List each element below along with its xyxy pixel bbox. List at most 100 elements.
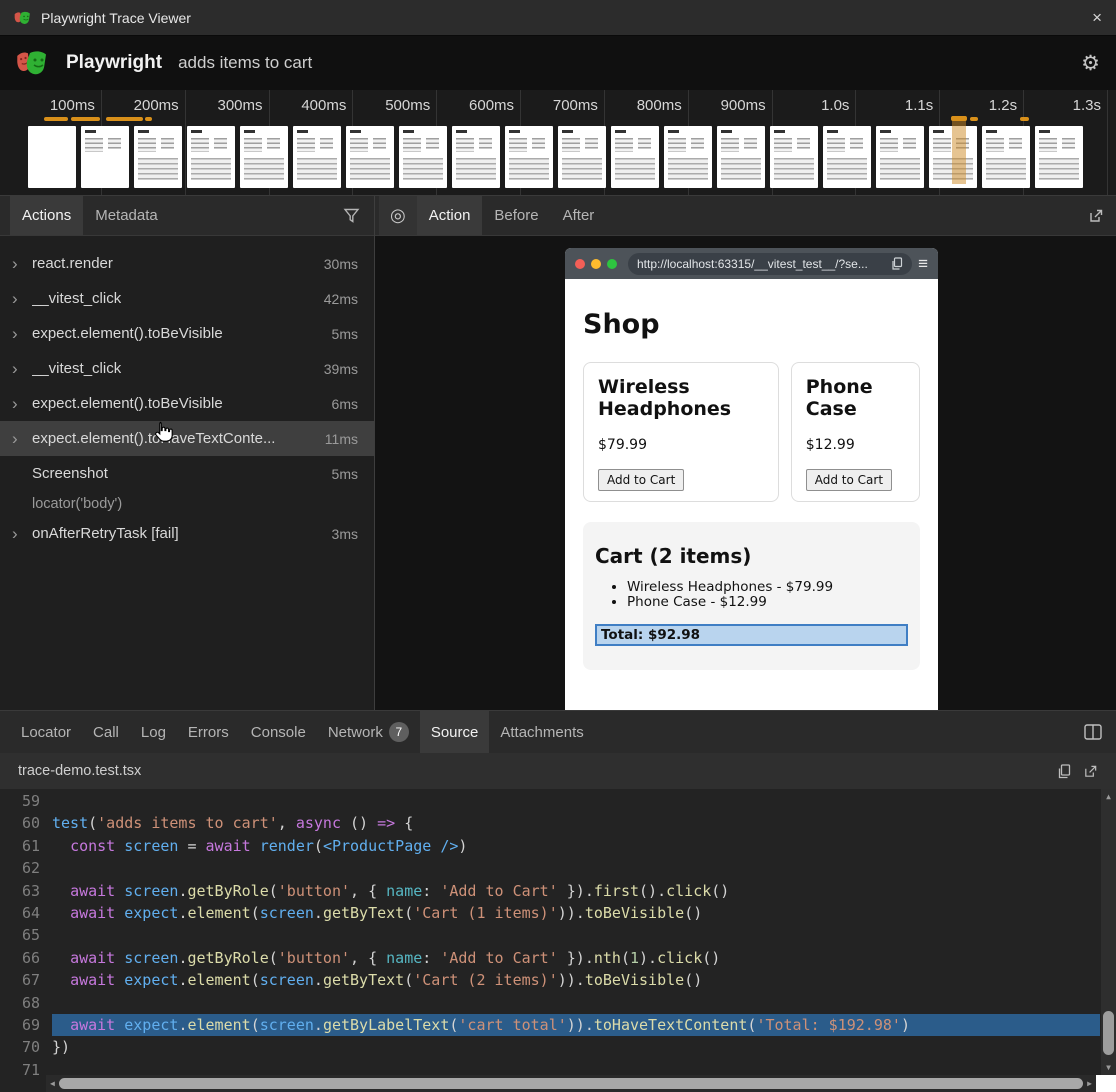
filmstrip-thumbnail[interactable] <box>611 126 659 188</box>
copy-source-icon[interactable] <box>1057 764 1071 779</box>
tab-label: Actions <box>22 207 71 224</box>
code-line[interactable]: 63 await screen.getByRole('button', { na… <box>0 880 1100 902</box>
horizontal-scrollbar-thumb[interactable] <box>59 1078 1083 1089</box>
expand-chevron-icon[interactable]: › <box>12 290 32 307</box>
scroll-down-arrow-icon[interactable]: ▼ <box>1101 1063 1116 1072</box>
add-to-cart-button[interactable]: Add to Cart <box>806 469 892 491</box>
filmstrip-thumbnail[interactable] <box>823 126 871 188</box>
add-to-cart-button[interactable]: Add to Cart <box>598 469 684 491</box>
tab-errors[interactable]: Errors <box>177 711 240 753</box>
filmstrip-thumbnail[interactable] <box>505 126 553 188</box>
code-token: const <box>70 837 115 855</box>
filmstrip-thumbnail[interactable] <box>399 126 447 188</box>
close-window-button[interactable]: × <box>1092 9 1102 26</box>
action-item[interactable]: ›expect.element().toBeVisible5ms <box>0 316 374 351</box>
tab-action[interactable]: Action <box>417 196 483 235</box>
split-view-icon[interactable] <box>1084 711 1102 753</box>
copy-url-icon[interactable] <box>891 257 903 270</box>
tab-before[interactable]: Before <box>482 196 550 235</box>
vertical-scrollbar-thumb[interactable] <box>1103 1011 1114 1055</box>
code-token: }) <box>52 1038 70 1056</box>
pick-locator-button[interactable]: ◎ <box>379 196 417 235</box>
filmstrip-thumbnail[interactable] <box>1035 126 1083 188</box>
action-item[interactable]: ›onAfterRetryTask [fail]3ms <box>0 516 374 551</box>
action-item[interactable]: ›Screenshot5ms <box>0 456 374 491</box>
code-line[interactable]: 59 <box>0 790 1100 812</box>
scroll-up-arrow-icon[interactable]: ▲ <box>1101 792 1116 801</box>
code-token: screen <box>124 949 178 967</box>
code-line[interactable]: 65 <box>0 924 1100 946</box>
code-line[interactable]: 62 <box>0 857 1100 879</box>
action-item[interactable]: ›react.render30ms <box>0 246 374 281</box>
expand-chevron-icon[interactable]: › <box>12 255 32 272</box>
tab-attachments[interactable]: Attachments <box>489 711 594 753</box>
code-line[interactable]: 69 await expect.element(screen.getByLabe… <box>0 1014 1100 1036</box>
code-line[interactable]: 60test('adds items to cart', async () =>… <box>0 812 1100 834</box>
tab-log[interactable]: Log <box>130 711 177 753</box>
code-line[interactable]: 61 const screen = await render(<ProductP… <box>0 835 1100 857</box>
tab-after[interactable]: After <box>551 196 607 235</box>
tab-locator[interactable]: Locator <box>10 711 82 753</box>
code-line[interactable]: 70}) <box>0 1036 1100 1058</box>
filmstrip-thumbnail[interactable] <box>770 126 818 188</box>
expand-chevron-icon[interactable]: › <box>12 360 32 377</box>
action-item[interactable]: ›expect.element().toBeVisible6ms <box>0 386 374 421</box>
tab-console[interactable]: Console <box>240 711 317 753</box>
tab-metadata[interactable]: Metadata <box>83 196 170 235</box>
filmstrip-thumbnail[interactable] <box>982 126 1030 188</box>
code-line[interactable]: 64 await expect.element(screen.getByText… <box>0 902 1100 924</box>
tab-network[interactable]: Network7 <box>317 711 420 753</box>
filmstrip-thumbnail[interactable] <box>876 126 924 188</box>
thumb-decor <box>1039 130 1050 133</box>
open-source-external-icon[interactable] <box>1083 764 1098 779</box>
code-line[interactable]: 67 await expect.element(screen.getByText… <box>0 969 1100 991</box>
bottom-panel: LocatorCallLogErrorsConsoleNetwork7Sourc… <box>0 710 1116 1092</box>
scroll-left-arrow-icon[interactable]: ◀ <box>46 1079 59 1088</box>
vertical-scrollbar[interactable]: ▲ ▼ <box>1101 789 1116 1075</box>
filmstrip-thumbnail[interactable] <box>240 126 288 188</box>
horizontal-scrollbar[interactable]: ◀ ▶ <box>46 1075 1096 1092</box>
filmstrip-thumbnail[interactable] <box>558 126 606 188</box>
browser-menu-icon[interactable]: ≡ <box>918 254 928 274</box>
tab-actions[interactable]: Actions <box>10 196 83 235</box>
source-file-name: trace-demo.test.tsx <box>18 763 141 779</box>
expand-chevron-icon[interactable]: › <box>12 395 32 412</box>
filmstrip-thumbnail[interactable] <box>717 126 765 188</box>
filmstrip-thumbnail[interactable] <box>187 126 235 188</box>
action-item[interactable]: ›__vitest_click42ms <box>0 281 374 316</box>
tab-label: Network <box>328 724 383 741</box>
action-item[interactable]: ›expect.element().toHaveTextConte...11ms <box>0 421 374 456</box>
action-name: expect.element().toBeVisible <box>32 395 223 412</box>
code-token: . <box>314 1016 323 1034</box>
open-snapshot-external-icon[interactable] <box>1088 196 1104 235</box>
code-line[interactable]: 68 <box>0 992 1100 1014</box>
expand-chevron-icon[interactable]: › <box>12 325 32 342</box>
filmstrip-thumbnail[interactable] <box>346 126 394 188</box>
filmstrip-thumbnail[interactable] <box>664 126 712 188</box>
address-bar[interactable]: http://localhost:63315/__vitest_test__/?… <box>628 253 912 275</box>
expand-chevron-icon[interactable]: › <box>12 430 32 447</box>
code-text: const screen = await render(<ProductPage… <box>52 835 1100 857</box>
action-item[interactable]: ›__vitest_click39ms <box>0 351 374 386</box>
filmstrip-thumbnail[interactable] <box>81 126 129 188</box>
tab-call[interactable]: Call <box>82 711 130 753</box>
code-text: }) <box>52 1036 1100 1058</box>
settings-gear-icon[interactable]: ⚙ <box>1081 53 1100 74</box>
filmstrip-thumbnail[interactable] <box>452 126 500 188</box>
code-line[interactable]: 66 await screen.getByRole('button', { na… <box>0 947 1100 969</box>
thumb-decor <box>880 130 891 133</box>
timeline[interactable]: 100ms200ms300ms400ms500ms600ms700ms800ms… <box>0 90 1116 196</box>
snapshot-tabbar: ◎ ActionBeforeAfter <box>375 196 1116 236</box>
filter-icon[interactable] <box>343 196 360 235</box>
filmstrip-thumbnail[interactable] <box>293 126 341 188</box>
action-name: react.render <box>32 255 113 272</box>
action-duration: 5ms <box>324 326 358 342</box>
tab-source[interactable]: Source <box>420 711 490 753</box>
filmstrip-thumbnail[interactable] <box>28 126 76 188</box>
code-token <box>115 971 124 989</box>
thumb-decor <box>138 138 156 152</box>
scroll-right-arrow-icon[interactable]: ▶ <box>1083 1079 1096 1088</box>
line-number: 65 <box>0 924 52 946</box>
filmstrip-thumbnail[interactable] <box>134 126 182 188</box>
expand-chevron-icon[interactable]: › <box>12 525 32 542</box>
